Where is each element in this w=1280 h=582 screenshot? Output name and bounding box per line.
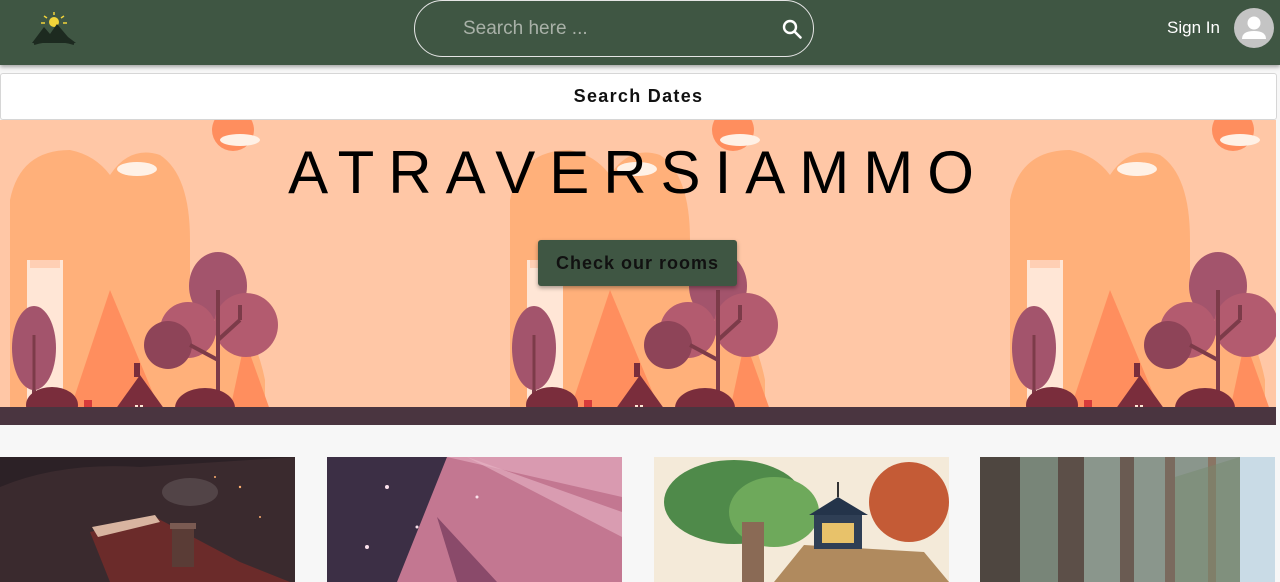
hero-banner: ATRAVERSIAMMO Check our rooms <box>0 120 1276 425</box>
navbar: Sign In <box>0 0 1280 65</box>
sign-in-link[interactable]: Sign In <box>1167 18 1220 38</box>
check-rooms-button[interactable]: Check our rooms <box>538 240 737 286</box>
search-bar <box>414 0 814 57</box>
search-input[interactable] <box>463 15 763 43</box>
room-card-cabin-image[interactable] <box>0 457 295 582</box>
user-avatar-icon[interactable] <box>1234 8 1274 48</box>
hero-title: ATRAVERSIAMMO <box>288 139 988 206</box>
search-icon[interactable] <box>781 18 803 40</box>
room-card-mountain-image[interactable] <box>327 457 622 582</box>
search-dates-button[interactable]: Search Dates <box>0 73 1277 120</box>
room-card-forest-image[interactable] <box>980 457 1275 582</box>
room-card-cottage-image[interactable] <box>654 457 949 582</box>
logo-icon[interactable] <box>30 11 78 47</box>
